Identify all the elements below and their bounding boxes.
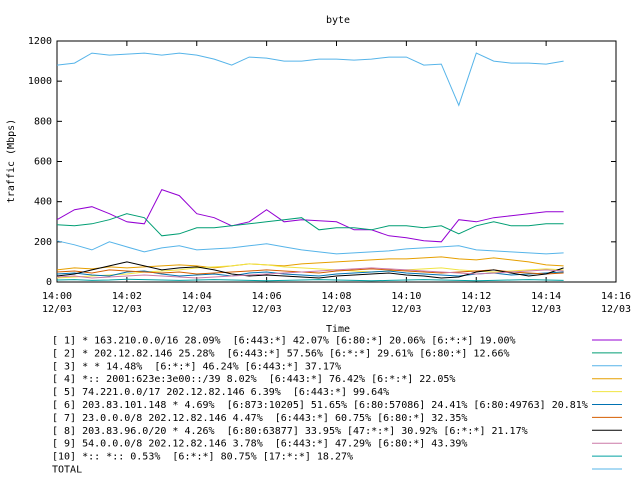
- x-tick-label-time: 14:00: [42, 291, 72, 302]
- x-tick-label-time: 14:16: [601, 291, 631, 302]
- legend: [ 1] * 163.210.0.0/16 28.09% [6:443:*] 4…: [52, 336, 622, 476]
- x-tick-label-time: 14:14: [531, 291, 561, 302]
- x-tick-label-time: 14:10: [391, 291, 421, 302]
- x-axis-label: Time: [326, 324, 350, 335]
- x-tick-label-date: 12/03: [461, 304, 491, 315]
- series-line-1: [56, 188, 564, 243]
- y-tick-label: 600: [34, 157, 52, 168]
- x-tick-label-time: 14:02: [112, 291, 142, 302]
- legend-label: [ 3] * * 14.48% [6:*:*] 46.24% [6:443:*]…: [52, 361, 341, 372]
- legend-label: [10] *:: *:: 0.53% [6:*:*] 80.75% [17:*:…: [52, 452, 353, 463]
- y-tick-label: 1200: [28, 36, 52, 47]
- x-tick-label-time: 14:06: [252, 291, 282, 302]
- y-tick-label: 800: [34, 116, 52, 127]
- legend-label: [ 2] * 202.12.82.146 25.28% [6:443:*] 57…: [52, 348, 510, 359]
- x-tick-label-date: 12/03: [182, 304, 212, 315]
- x-tick-label-time: 14:04: [182, 291, 212, 302]
- x-tick-label-time: 14:12: [461, 291, 491, 302]
- chart-svg: byte traffic (Mbps) Time 0 200 400 600 800 10…: [6, 15, 631, 476]
- chart-root: byte traffic (Mbps) Time 0 200 400 600 800 10…: [0, 0, 640, 480]
- y-tick-label: 0: [46, 277, 52, 288]
- legend-label: [ 4] *:: 2001:623e:3e00::/39 8.02% [6:44…: [52, 374, 455, 385]
- legend-label: [ 7] 23.0.0.0/8 202.12.82.146 4.47% [6:4…: [52, 413, 467, 424]
- x-tick-label-date: 12/03: [531, 304, 561, 315]
- chart-title: byte: [326, 15, 350, 26]
- y-ticks: 0 200 400 600 800 1000 1200: [28, 36, 616, 288]
- y-tick-label: 200: [34, 237, 52, 248]
- x-tick-label-time: 14:08: [321, 291, 351, 302]
- legend-label: [ 6] 203.83.101.148 * 4.69% [6:873:10205…: [52, 400, 588, 411]
- y-axis-label: traffic (Mbps): [6, 119, 17, 203]
- legend-label: [ 1] * 163.210.0.0/16 28.09% [6:443:*] 4…: [52, 336, 516, 347]
- y-tick-label: 1000: [28, 76, 52, 87]
- x-tick-label-date: 12/03: [391, 304, 421, 315]
- series-line-3: [56, 52, 564, 107]
- x-tick-label-date: 12/03: [321, 304, 351, 315]
- y-tick-label: 400: [34, 197, 52, 208]
- legend-label: TOTAL: [52, 465, 82, 476]
- legend-label: [ 5] 74.221.0.0/17 202.12.82.146 6.39% […: [52, 387, 389, 398]
- series-line-10: [56, 278, 564, 282]
- x-tick-label-date: 12/03: [601, 304, 631, 315]
- series-lines: [56, 52, 564, 282]
- plot-frame: [56, 40, 617, 283]
- series-line-11: [56, 240, 564, 255]
- legend-label: [ 9] 54.0.0.0/8 202.12.82.146 3.78% [6:4…: [52, 439, 467, 450]
- x-tick-label-date: 12/03: [112, 304, 142, 315]
- x-tick-label-date: 12/03: [42, 304, 72, 315]
- x-tick-label-date: 12/03: [252, 304, 282, 315]
- series-line-2: [56, 213, 564, 237]
- legend-label: [ 8] 203.83.96.0/20 * 4.26% [6:80:63877]…: [52, 426, 528, 437]
